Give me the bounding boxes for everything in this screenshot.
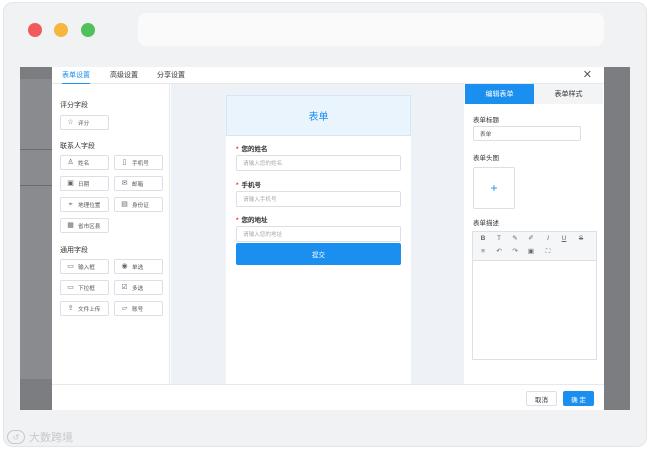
tab-share-settings[interactable]: 分享设置 xyxy=(157,70,185,84)
underline-icon[interactable]: U xyxy=(559,235,569,243)
field-palette: 评分字段 ☆ 评分 联系人字段 ♙ 姓名 ▯ 手机号 ▣ 日期 ✉ 邮箱 ⌖ 地理位置 ▤ 身… xyxy=(52,84,170,384)
form-header-image-label: 表单头图 xyxy=(473,155,499,162)
rich-text-editor[interactable]: B T ✎ ✐ I U S ≡ ↶ ↷ ▣ ⛶ xyxy=(472,231,597,360)
form-title-input[interactable]: 表单 xyxy=(473,126,581,141)
tab-form-settings[interactable]: 表单设置 xyxy=(62,70,90,84)
image-icon[interactable]: ▣ xyxy=(526,248,536,256)
dialog-footer: 取消 确 定 xyxy=(52,384,604,410)
close-icon[interactable]: ✕ xyxy=(583,68,592,81)
phone-input[interactable]: 请输入手机号 xyxy=(236,191,401,207)
number-icon: ▱ xyxy=(121,305,128,312)
tab-advanced-settings[interactable]: 高级设置 xyxy=(110,70,138,84)
fullscreen-icon[interactable]: ⛶ xyxy=(543,248,553,256)
editor-toolbar: B T ✎ ✐ I U S ≡ ↶ ↷ ▣ ⛶ xyxy=(473,232,596,261)
field-button-checkbox[interactable]: ☑ 多选 xyxy=(114,280,163,295)
submit-button[interactable]: 提交 xyxy=(236,243,401,265)
redo-icon[interactable]: ↷ xyxy=(510,248,520,256)
input-icon: ▭ xyxy=(67,263,74,270)
address-input[interactable]: 请输入您的地址 xyxy=(236,226,401,242)
question-label-name[interactable]: * 您的姓名 xyxy=(236,143,268,153)
address-bar[interactable] xyxy=(138,13,604,46)
radio-icon: ◉ xyxy=(121,263,128,270)
form-editor-panel: 编辑表单 表单样式 表单标题 表单 表单头图 + 表单描述 B T ✎ ✐ I … xyxy=(465,84,604,384)
form-description-label: 表单描述 xyxy=(473,220,499,227)
tab-form-style[interactable]: 表单样式 xyxy=(534,84,603,104)
strikethrough-icon[interactable]: S xyxy=(576,235,586,243)
dropdown-icon: ▭ xyxy=(67,284,74,291)
highlight-icon[interactable]: ✐ xyxy=(526,235,536,243)
background-divider xyxy=(20,149,52,150)
field-button-name[interactable]: ♙ 姓名 xyxy=(60,155,109,170)
field-button-input[interactable]: ▭ 输入框 xyxy=(60,259,109,274)
form-settings-dialog: 表单设置 高级设置 分享设置 ✕ 评分字段 ☆ 评分 联系人字段 ♙ 姓名 ▯ 手机号… xyxy=(52,67,604,410)
bold-icon[interactable]: B xyxy=(478,235,488,243)
required-mark: * xyxy=(236,217,239,224)
watermark-text: 大数跨境 xyxy=(29,432,73,444)
field-button-radio[interactable]: ◉ 单选 xyxy=(114,259,163,274)
field-button-region[interactable]: ▦ 省市区县 xyxy=(60,218,109,233)
form-preview-card: 表单 * 您的姓名 请输入您的姓名 * 手机号 请输入手机号 * 您的地址 请输入您的… xyxy=(226,95,411,384)
tab-edit-form[interactable]: 编辑表单 xyxy=(465,84,534,104)
field-button-rating[interactable]: ☆ 评分 xyxy=(60,115,109,130)
field-button-location[interactable]: ⌖ 地理位置 xyxy=(60,197,109,212)
section-title-rating: 评分字段 xyxy=(60,102,88,109)
star-icon: ☆ xyxy=(67,119,74,126)
align-icon[interactable]: ≡ xyxy=(478,248,488,256)
watermark: ↺ 大数跨境 xyxy=(7,429,73,445)
field-button-id-card[interactable]: ▤ 身份证 xyxy=(114,197,163,212)
dialog-header: 表单设置 高级设置 分享设置 ✕ xyxy=(52,67,604,84)
id-card-icon: ▤ xyxy=(121,201,128,208)
section-title-common: 通用字段 xyxy=(60,247,88,254)
maximize-window-button[interactable] xyxy=(81,23,95,37)
form-preview-area: 表单 * 您的姓名 请输入您的姓名 * 手机号 请输入手机号 * 您的地址 请输入您的… xyxy=(171,84,464,384)
mail-icon: ✉ xyxy=(121,180,128,187)
user-icon: ♙ xyxy=(67,159,74,166)
location-icon: ⌖ xyxy=(68,201,73,208)
close-window-button[interactable] xyxy=(28,23,42,37)
color-icon[interactable]: ✎ xyxy=(510,235,520,243)
required-mark: * xyxy=(236,182,239,189)
checkbox-icon: ☑ xyxy=(121,284,128,291)
cancel-button[interactable]: 取消 xyxy=(526,391,557,406)
field-button-dropdown[interactable]: ▭ 下拉框 xyxy=(60,280,109,295)
name-input[interactable]: 请输入您的姓名 xyxy=(236,155,401,171)
background-divider xyxy=(20,185,52,186)
required-mark: * xyxy=(236,146,239,153)
question-label-address[interactable]: * 您的地址 xyxy=(236,214,268,224)
phone-icon: ▯ xyxy=(122,159,127,166)
watermark-logo-icon: ↺ xyxy=(7,430,25,444)
form-title-label: 表单标题 xyxy=(473,117,499,124)
form-title[interactable]: 表单 xyxy=(226,95,411,136)
plus-icon: + xyxy=(490,181,498,195)
background-sidebar xyxy=(20,79,52,379)
ok-button[interactable]: 确 定 xyxy=(563,391,594,406)
calendar-icon: ▣ xyxy=(67,180,74,187)
minimize-window-button[interactable] xyxy=(54,23,68,37)
field-button-email[interactable]: ✉ 邮箱 xyxy=(114,176,163,191)
font-size-icon[interactable]: T xyxy=(494,235,504,243)
section-title-contact: 联系人字段 xyxy=(60,143,95,150)
italic-icon[interactable]: I xyxy=(543,235,553,243)
city-icon: ▦ xyxy=(67,222,74,229)
upload-icon: ⇪ xyxy=(67,305,74,312)
header-image-upload[interactable]: + xyxy=(473,167,515,209)
field-button-account[interactable]: ▱ 账号 xyxy=(114,301,163,316)
undo-icon[interactable]: ↶ xyxy=(494,248,504,256)
question-label-phone[interactable]: * 手机号 xyxy=(236,179,261,189)
field-button-phone[interactable]: ▯ 手机号 xyxy=(114,155,163,170)
field-button-upload[interactable]: ⇪ 文件上传 xyxy=(60,301,109,316)
field-button-date[interactable]: ▣ 日期 xyxy=(60,176,109,191)
